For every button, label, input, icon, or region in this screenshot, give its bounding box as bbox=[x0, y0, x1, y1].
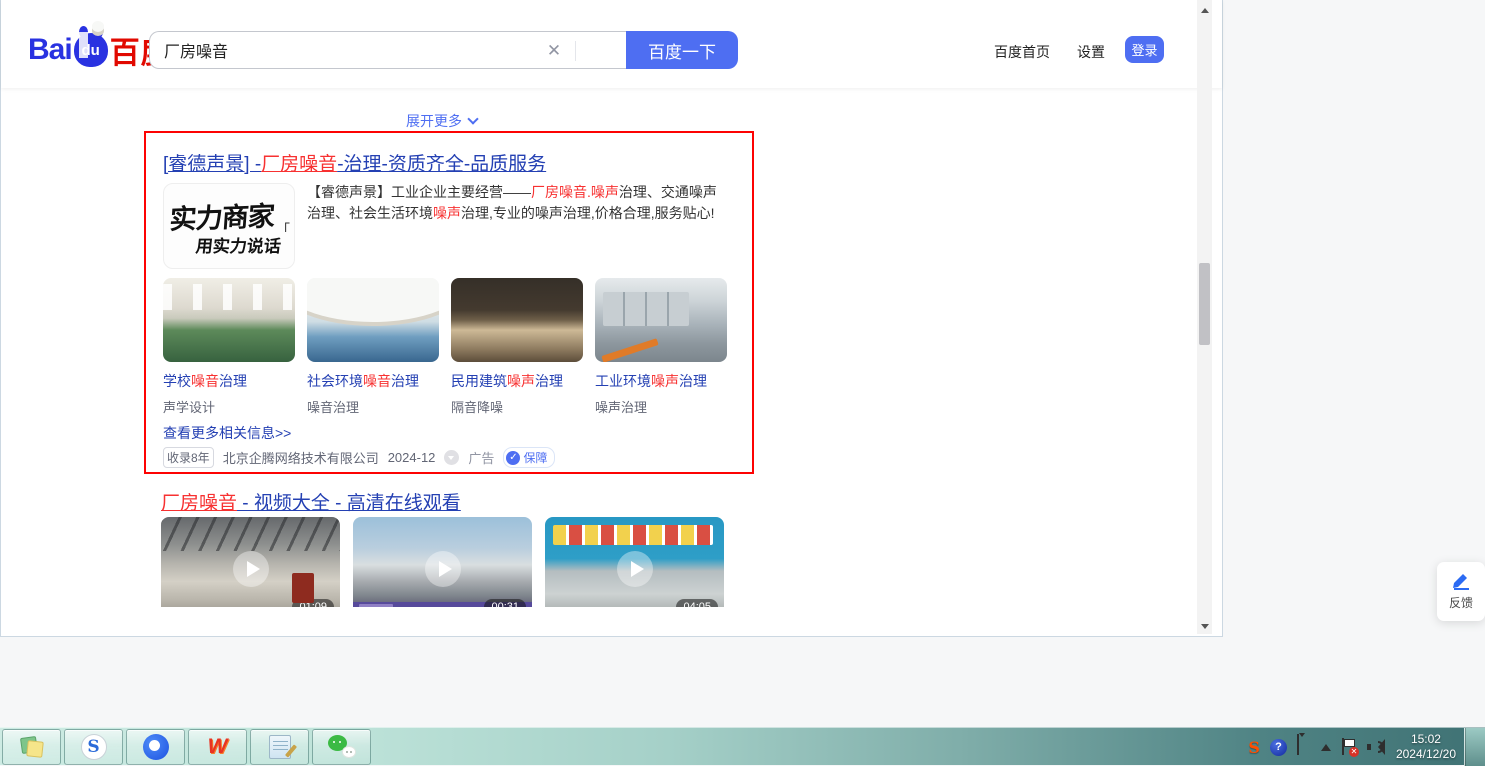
search-box: ✕ bbox=[149, 31, 626, 69]
scroll-down-arrow[interactable] bbox=[1197, 618, 1212, 634]
video-thumbnail[interactable]: 01:09 bbox=[161, 517, 340, 607]
page-scrollbar[interactable] bbox=[1197, 0, 1212, 634]
taskbar-desktop-manager-button[interactable] bbox=[2, 729, 61, 765]
ad-description: 【睿德声景】工业企业主要经营——厂房噪音.噪声治理、交通噪声治理、社会生活环境噪… bbox=[307, 182, 721, 224]
ad-card-social[interactable]: 社会环境噪音治理 噪音治理 bbox=[307, 278, 439, 416]
pencil-icon bbox=[1437, 570, 1485, 590]
result-options-icon[interactable] bbox=[444, 450, 459, 465]
check-icon: ✓ bbox=[506, 451, 520, 465]
ad-card-image bbox=[307, 278, 439, 362]
scroll-up-arrow[interactable] bbox=[1197, 0, 1212, 16]
feedback-button[interactable]: 反馈 bbox=[1437, 562, 1485, 621]
clock-date: 2024/12/20 bbox=[1396, 747, 1456, 762]
browser-icon bbox=[143, 734, 169, 760]
play-icon bbox=[617, 551, 653, 587]
show-desktop-button[interactable] bbox=[1464, 728, 1485, 766]
tray-sogou-icon[interactable]: S bbox=[1248, 738, 1260, 757]
video-thumbnail[interactable]: 00:31 bbox=[353, 517, 532, 607]
ad-footer: 收录8年 北京企腾网络技术有限公司 2024-12 广告 ✓ 保障 bbox=[163, 447, 555, 468]
tray-help-icon[interactable]: ? bbox=[1270, 739, 1287, 756]
ad-card-civil[interactable]: 民用建筑噪声治理 隔音降噪 bbox=[451, 278, 583, 416]
ad-brand-image[interactable]: 实力商家 「 用实力说话 bbox=[163, 183, 295, 269]
play-icon bbox=[233, 551, 269, 587]
ad-result-annotation-box: [睿德声景] -厂房噪音-治理-资质齐全-品质服务 实力商家 「 用实力说话 【… bbox=[144, 131, 754, 474]
nav-baidu-home[interactable]: 百度首页 bbox=[994, 42, 1050, 62]
ad-result-title[interactable]: [睿德声景] -厂房噪音-治理-资质齐全-品质服务 bbox=[163, 149, 546, 176]
guarantee-badge[interactable]: ✓ 保障 bbox=[503, 447, 555, 468]
chevron-down-icon bbox=[467, 113, 478, 124]
browser-window: Bai du 百度 ✕ 百度一下 百度首页 设置 登录 展开更多 [ bbox=[0, 0, 1223, 637]
taskbar-clock[interactable]: 15:02 2024/12/20 bbox=[1396, 732, 1456, 762]
taskbar-wechat-button[interactable] bbox=[312, 729, 371, 765]
desktop-manager-icon bbox=[19, 735, 45, 759]
expand-more-link[interactable]: 展开更多 bbox=[406, 111, 477, 131]
taskbar-notepad-button[interactable] bbox=[250, 729, 309, 765]
play-icon bbox=[425, 551, 461, 587]
baidu-paw-icon: du bbox=[74, 33, 108, 67]
video-duration: 04:05 bbox=[676, 599, 718, 607]
windows-taskbar: S W S ? ✕ 15:02 bbox=[0, 727, 1485, 765]
indexed-years-badge: 收录8年 bbox=[163, 447, 214, 468]
search-divider bbox=[575, 41, 576, 61]
taskbar-wps-button[interactable]: W bbox=[188, 729, 247, 765]
notepad-icon bbox=[269, 735, 291, 759]
system-tray: S ? ✕ 15:02 2024/12/20 bbox=[1243, 728, 1485, 766]
search-header: Bai du 百度 ✕ 百度一下 百度首页 设置 登录 bbox=[1, 0, 1222, 88]
tray-window-restore-icon[interactable] bbox=[1297, 737, 1311, 757]
video-thumbnails-row: 01:09 00:31 04:05 bbox=[161, 517, 724, 607]
video-thumbnail[interactable]: 04:05 bbox=[545, 517, 724, 607]
volume-icon[interactable] bbox=[1367, 739, 1385, 755]
wechat-icon bbox=[328, 735, 356, 759]
more-info-link[interactable]: 查看更多相关信息>> bbox=[163, 423, 291, 443]
ad-date: 2024-12 bbox=[388, 450, 436, 465]
video-duration: 00:31 bbox=[484, 599, 526, 607]
ad-card-image bbox=[451, 278, 583, 362]
scrollbar-thumb[interactable] bbox=[1199, 263, 1210, 345]
taskbar-blue-browser-button[interactable] bbox=[126, 729, 185, 765]
ad-card-school[interactable]: 学校噪音治理 声学设计 bbox=[163, 278, 295, 416]
logo-text-bai: Bai bbox=[28, 33, 72, 67]
action-center-flag-icon[interactable]: ✕ bbox=[1341, 738, 1357, 756]
login-button[interactable]: 登录 bbox=[1125, 36, 1164, 63]
ad-sublink-cards: 学校噪音治理 声学设计 社会环境噪音治理 噪音治理 民用建筑噪声治理 隔音降噪 … bbox=[163, 278, 727, 416]
video-result-title[interactable]: 厂房噪音 - 视频大全 - 高清在线观看 bbox=[161, 488, 461, 515]
show-hidden-icons-arrow[interactable] bbox=[1321, 739, 1331, 751]
ad-label: 广告 bbox=[468, 448, 494, 467]
video-duration: 01:09 bbox=[292, 599, 334, 607]
clock-time: 15:02 bbox=[1396, 732, 1456, 747]
taskbar-sogou-browser-button[interactable]: S bbox=[64, 729, 123, 765]
advertiser-name: 北京企腾网络技术有限公司 bbox=[223, 448, 379, 467]
ad-card-image bbox=[163, 278, 295, 362]
ad-card-industrial[interactable]: 工业环境噪声治理 噪声治理 bbox=[595, 278, 727, 416]
baidu-search-button[interactable]: 百度一下 bbox=[626, 31, 738, 69]
clear-search-icon[interactable]: ✕ bbox=[544, 41, 564, 61]
wps-office-icon: W bbox=[208, 735, 228, 759]
sogou-browser-icon: S bbox=[81, 734, 107, 760]
ad-card-image bbox=[595, 278, 727, 362]
nav-settings[interactable]: 设置 bbox=[1077, 42, 1105, 62]
search-input[interactable] bbox=[150, 32, 545, 68]
